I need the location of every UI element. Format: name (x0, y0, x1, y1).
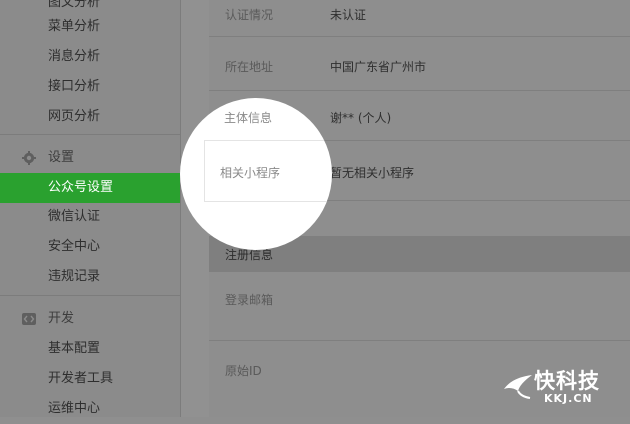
related-mini-program-label: 相关小程序 (220, 166, 281, 180)
spotlight-highlight: 相关小程序 主体信息 (180, 98, 332, 250)
sidebar: 图文分析 菜单分析 消息分析 接口分析 网页分析 设置 公众号设置 微信认证 安… (0, 0, 180, 417)
sidebar-item-label: 图文分析 (48, 0, 101, 10)
sidebar-item-interface-analysis[interactable]: 接口分析 (0, 72, 180, 102)
code-icon (22, 313, 36, 325)
verification-status-value: 未认证 (330, 8, 367, 22)
sidebar-item-label: 违规记录 (48, 269, 101, 284)
sidebar-item-message-analysis[interactable]: 消息分析 (0, 42, 180, 72)
sidebar-item-security-center[interactable]: 安全中心 (0, 232, 180, 262)
sidebar-item-webpage-analysis[interactable]: 网页分析 (0, 102, 180, 132)
sidebar-item-label: 公众号设置 (48, 180, 114, 195)
row-divider (209, 90, 630, 91)
sidebar-item-violation-records[interactable]: 违规记录 (0, 262, 180, 292)
sidebar-item-label: 微信认证 (48, 209, 101, 224)
sidebar-item-account-settings[interactable]: 公众号设置 (0, 173, 180, 203)
sidebar-item-label: 安全中心 (48, 239, 101, 254)
row-divider (209, 36, 630, 37)
sidebar-item-label: 消息分析 (48, 49, 101, 64)
login-email-label: 登录邮箱 (225, 293, 274, 307)
watermark-url: KKJ.CN (544, 392, 593, 405)
verification-status-label: 认证情况 (225, 8, 274, 22)
sidebar-item-ops-center[interactable]: 运维中心 (0, 394, 180, 424)
sidebar-item-wechat-verification[interactable]: 微信认证 (0, 202, 180, 232)
gear-icon (22, 151, 36, 165)
sidebar-item-label: 运维中心 (48, 401, 101, 416)
sidebar-divider (0, 134, 180, 135)
row-divider (209, 340, 630, 341)
sidebar-item-menu-analysis[interactable]: 菜单分析 (0, 12, 180, 42)
sidebar-divider (0, 295, 180, 296)
sidebar-section-develop[interactable]: 开发 (0, 304, 180, 334)
watermark: 快科技 KKJ.CN (502, 365, 622, 409)
sidebar-item-label: 开发者工具 (48, 371, 114, 386)
sidebar-item-label: 菜单分析 (48, 19, 101, 34)
address-label: 所在地址 (225, 60, 274, 74)
bird-logo-icon (504, 375, 532, 399)
sidebar-item-label: 接口分析 (48, 79, 101, 94)
sidebar-section-settings[interactable]: 设置 (0, 143, 180, 173)
sidebar-section-label: 设置 (48, 150, 75, 165)
watermark-brand: 快科技 (534, 369, 600, 393)
sidebar-item-label: 网页分析 (48, 109, 101, 124)
sidebar-item-basic-config[interactable]: 基本配置 (0, 334, 180, 364)
sidebar-item-developer-tools[interactable]: 开发者工具 (0, 364, 180, 394)
related-mini-program-value: 暂无相关小程序 (330, 166, 415, 180)
entity-info-value: 谢** (个人) (330, 111, 392, 125)
address-value: 中国广东省广州市 (330, 60, 427, 74)
original-id-label: 原始ID (225, 364, 262, 378)
sidebar-item-label: 基本配置 (48, 341, 101, 356)
sidebar-section-label: 开发 (48, 311, 75, 326)
entity-info-label-highlight: 主体信息 (224, 111, 273, 125)
